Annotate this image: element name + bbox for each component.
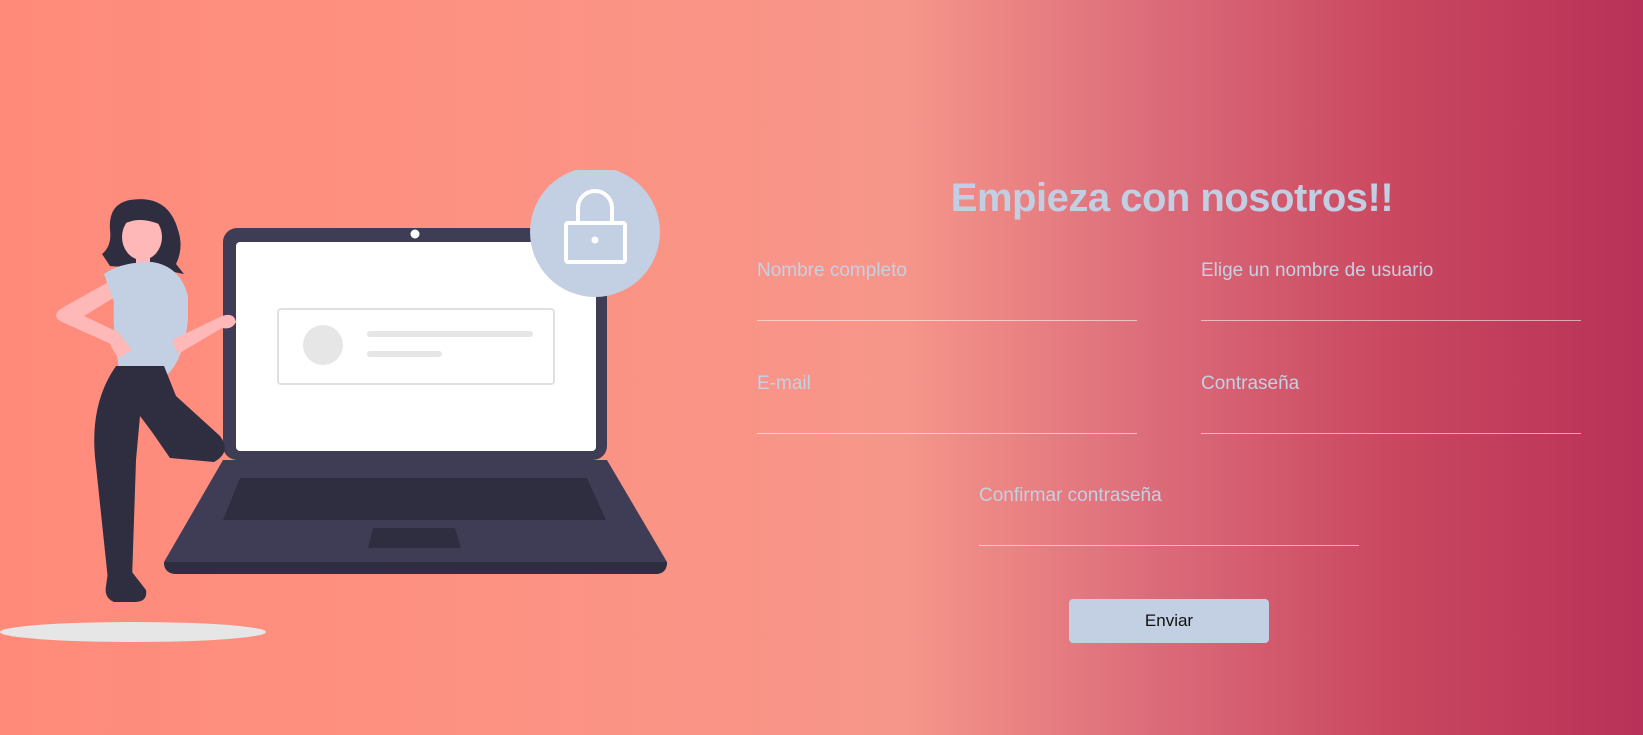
username-field: Elige un nombre de usuario bbox=[1201, 260, 1581, 321]
woman-with-laptop-illustration bbox=[0, 167, 680, 650]
lock-icon bbox=[530, 167, 660, 297]
registration-form: Empieza con nosotros!! Nombre completo E… bbox=[757, 170, 1587, 650]
submit-button[interactable]: Enviar bbox=[1069, 599, 1269, 643]
email-label: E-mail bbox=[757, 373, 811, 394]
password-label: Contraseña bbox=[1201, 373, 1300, 394]
confirm-password-field: Confirmar contraseña bbox=[979, 485, 1359, 546]
confirm-password-label: Confirmar contraseña bbox=[979, 485, 1162, 506]
password-field: Contraseña bbox=[1201, 373, 1581, 434]
email-field: E-mail bbox=[757, 373, 1137, 434]
email-input[interactable] bbox=[757, 403, 1137, 434]
username-label: Elige un nombre de usuario bbox=[1201, 260, 1434, 281]
password-input[interactable] bbox=[1201, 403, 1581, 434]
page-title: Empieza con nosotros!! bbox=[950, 176, 1394, 220]
full-name-input[interactable] bbox=[757, 290, 1137, 321]
confirm-password-input[interactable] bbox=[979, 515, 1359, 546]
username-input[interactable] bbox=[1201, 290, 1581, 321]
full-name-field: Nombre completo bbox=[757, 260, 1137, 321]
full-name-label: Nombre completo bbox=[757, 260, 907, 281]
floor-shadow bbox=[0, 622, 266, 642]
